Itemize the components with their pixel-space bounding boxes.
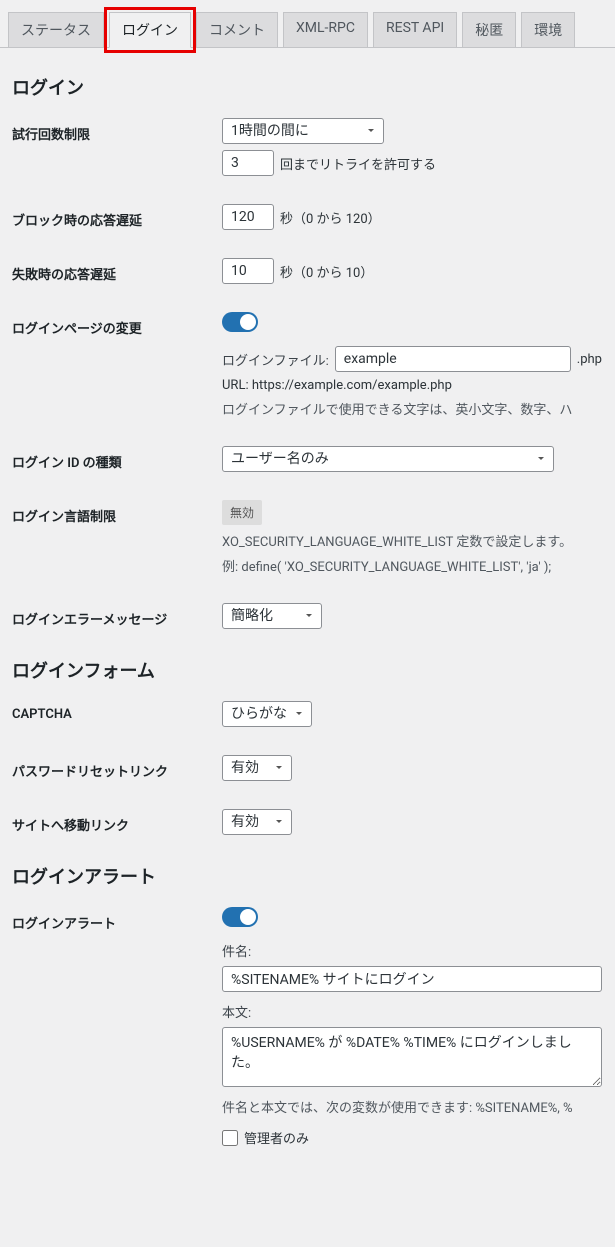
row-attempt-limit: 試行回数制限 1時間の間に 回までリトライを許可する: [12, 118, 603, 176]
login-page-toggle[interactable]: [222, 312, 258, 332]
label-block-delay: ブロック時の応答遅延: [12, 204, 222, 229]
attempt-suffix: 回までリトライを許可する: [280, 154, 436, 173]
row-fail-delay: 失敗時の応答遅延 秒（0 から 10）: [12, 258, 603, 284]
login-url-text: URL: https://example.com/example.php: [222, 378, 603, 393]
attempt-count-input[interactable]: [222, 150, 274, 176]
label-captcha: CAPTCHA: [12, 701, 222, 722]
block-delay-input[interactable]: [222, 204, 274, 230]
pwreset-link-select[interactable]: 有効: [222, 755, 292, 781]
tab-env[interactable]: 環境: [521, 12, 575, 47]
tab-secret[interactable]: 秘匿: [462, 12, 516, 47]
login-lang-desc1: XO_SECURITY_LANGUAGE_WHITE_LIST 定数で設定します…: [222, 531, 603, 550]
login-file-ext: .php: [577, 352, 602, 367]
tab-comment[interactable]: コメント: [196, 12, 278, 47]
row-login-page: ログインページの変更 ログインファイル: .php URL: https://e…: [12, 312, 603, 418]
admin-only-checkbox[interactable]: [222, 1130, 238, 1146]
tab-login[interactable]: ログイン: [109, 12, 191, 48]
content-area: ログイン 試行回数制限 1時間の間に 回までリトライを許可する ブロック時の応答…: [0, 48, 615, 1187]
tab-status[interactable]: ステータス: [8, 12, 104, 47]
row-login-lang: ログイン言語制限 無効 XO_SECURITY_LANGUAGE_WHITE_L…: [12, 500, 603, 575]
login-alert-toggle[interactable]: [222, 907, 258, 927]
alert-body-label: 本文:: [222, 1002, 603, 1021]
login-error-select[interactable]: 簡略化: [222, 603, 322, 629]
row-site-link: サイトへ移動リンク 有効: [12, 809, 603, 835]
captcha-select[interactable]: ひらがな: [222, 701, 312, 727]
attempt-period-select[interactable]: 1時間の間に: [222, 118, 384, 144]
tab-restapi[interactable]: REST API: [373, 12, 457, 47]
label-login-lang: ログイン言語制限: [12, 500, 222, 525]
row-block-delay: ブロック時の応答遅延 秒（0 から 120）: [12, 204, 603, 230]
alert-desc: 件名と本文では、次の変数が使用できます: %SITENAME%, %: [222, 1097, 603, 1116]
section-header-login: ログイン: [12, 74, 603, 100]
tab-xmlrpc[interactable]: XML-RPC: [283, 12, 368, 47]
alert-subject-input[interactable]: [222, 966, 602, 992]
admin-only-label: 管理者のみ: [244, 1128, 309, 1147]
site-link-select[interactable]: 有効: [222, 809, 292, 835]
login-file-label: ログインファイル:: [222, 350, 329, 369]
row-login-alert: ログインアラート 件名: 本文: 件名と本文では、次の変数が使用できます: %S…: [12, 907, 603, 1147]
login-lang-badge: 無効: [222, 500, 262, 525]
row-pwreset-link: パスワードリセットリンク 有効: [12, 755, 603, 781]
label-login-alert: ログインアラート: [12, 907, 222, 932]
login-file-desc: ログインファイルで使用できる文字は、英小文字、数字、ハ: [222, 399, 603, 418]
label-login-error: ログインエラーメッセージ: [12, 603, 222, 628]
label-fail-delay: 失敗時の応答遅延: [12, 258, 222, 283]
row-captcha: CAPTCHA ひらがな: [12, 701, 603, 727]
block-delay-suffix: 秒（0 から 120）: [280, 208, 381, 227]
login-file-input[interactable]: [335, 346, 571, 372]
label-pwreset-link: パスワードリセットリンク: [12, 755, 222, 780]
label-login-id-type: ログイン ID の種類: [12, 446, 222, 471]
fail-delay-input[interactable]: [222, 258, 274, 284]
login-id-type-select[interactable]: ユーザー名のみ: [222, 446, 554, 472]
login-lang-desc2: 例: define( 'XO_SECURITY_LANGUAGE_WHITE_L…: [222, 556, 603, 575]
row-login-id-type: ログイン ID の種類 ユーザー名のみ: [12, 446, 603, 472]
label-site-link: サイトへ移動リンク: [12, 809, 222, 834]
label-attempt-limit: 試行回数制限: [12, 118, 222, 143]
section-header-login-form: ログインフォーム: [12, 657, 603, 683]
row-login-error: ログインエラーメッセージ 簡略化: [12, 603, 603, 629]
tab-bar: ステータス ログイン コメント XML-RPC REST API 秘匿 環境: [0, 12, 615, 48]
alert-subject-label: 件名:: [222, 941, 603, 960]
section-header-login-alert: ログインアラート: [12, 863, 603, 889]
label-login-page: ログインページの変更: [12, 312, 222, 337]
alert-body-textarea[interactable]: [222, 1027, 602, 1087]
fail-delay-suffix: 秒（0 から 10）: [280, 262, 373, 281]
